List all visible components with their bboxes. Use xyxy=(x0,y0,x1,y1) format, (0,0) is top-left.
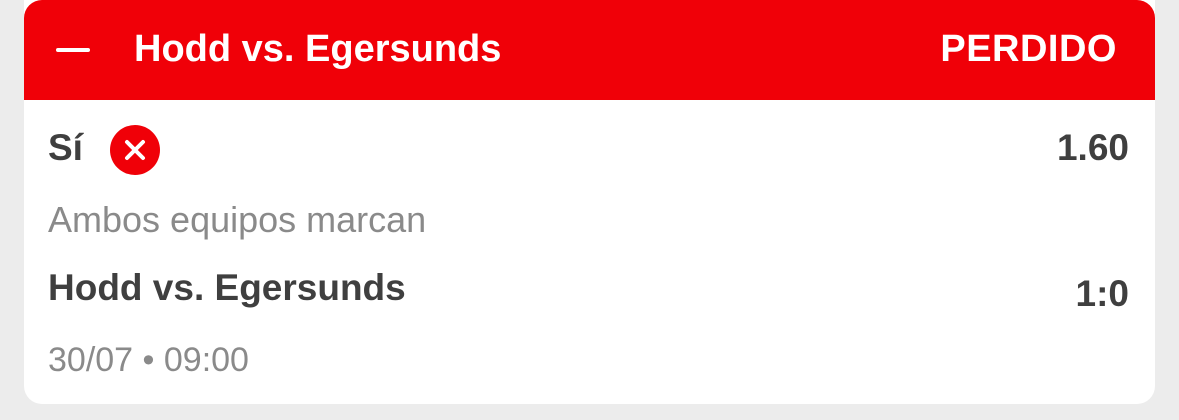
minus-icon xyxy=(56,48,90,52)
event-datetime: 30/07 • 09:00 xyxy=(48,341,249,379)
header-title: Hodd vs. Egersunds xyxy=(134,28,502,70)
bet-card: Hodd vs. Egersunds PERDIDO Sí 1.60 Ambos… xyxy=(24,0,1155,404)
collapse-button[interactable] xyxy=(48,28,98,72)
final-score: 1:0 xyxy=(1075,273,1129,314)
odds-value: 1.60 xyxy=(1056,127,1129,168)
event-name: Hodd vs. Egersunds xyxy=(48,267,406,308)
bet-header[interactable]: Hodd vs. Egersunds PERDIDO xyxy=(24,0,1155,100)
selection-label: Sí xyxy=(48,127,83,168)
lost-x-icon xyxy=(110,125,160,175)
market-name: Ambos equipos marcan xyxy=(48,199,427,240)
status-badge: PERDIDO xyxy=(940,28,1117,70)
